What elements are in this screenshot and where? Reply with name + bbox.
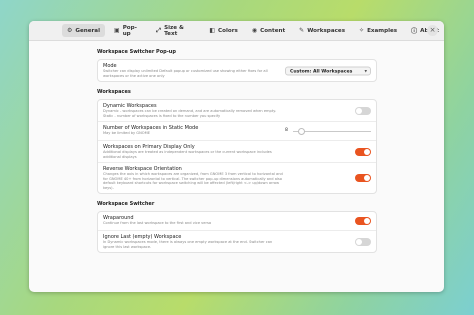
tab-label: Content	[260, 27, 286, 34]
tab-label: General	[75, 27, 101, 34]
dynamic-workspaces-toggle[interactable]	[355, 106, 371, 115]
reverse-orientation-toggle[interactable]	[355, 174, 371, 182]
primary-display-toggle[interactable]	[355, 147, 371, 156]
eye-icon: ◉	[251, 27, 258, 34]
tab-about[interactable]: ⓘ About	[406, 24, 444, 37]
mode-row: Mode Switcher can display unlimited Defa…	[98, 60, 376, 81]
tab-bar: ⚙ General ▣ Pop-up ⤢ Size & Text ◧ Color…	[62, 24, 444, 37]
primary-display-description: Additional displays are treated as indep…	[103, 150, 272, 159]
gear-icon: ⚙	[67, 27, 73, 34]
ignore-last-row: Ignore Last (empty) Workspace In Dynamic…	[98, 231, 376, 252]
examples-icon: ✧	[359, 27, 365, 34]
wraparound-toggle[interactable]	[355, 217, 371, 225]
palette-icon: ◧	[209, 27, 216, 34]
workspace-count-description: May be limited by GNOME	[103, 131, 150, 135]
section-title-workspaces: Workspaces	[97, 89, 131, 95]
chevron-down-icon: ▾	[364, 68, 367, 74]
dynamic-workspaces-description: Dynamic - workspaces can be created on d…	[103, 109, 276, 118]
dynamic-workspaces-row: Dynamic Workspaces Dynamic - workspaces …	[98, 100, 376, 122]
tab-label: Workspaces	[307, 27, 346, 34]
info-icon: ⓘ	[411, 28, 418, 35]
ignore-last-description: In Dynamic workspaces mode, there is alw…	[103, 240, 273, 249]
tab-examples[interactable]: ✧ Examples	[354, 24, 402, 37]
header-bar: ⚙ General ▣ Pop-up ⤢ Size & Text ◧ Color…	[29, 21, 444, 41]
workspace-count-row: Number of Workspaces in Static Mode May …	[98, 122, 376, 141]
popup-icon: ▣	[114, 27, 120, 34]
text-size-icon: ⤢	[156, 26, 162, 34]
section-title-popup: Workspace Switcher Pop-up	[97, 49, 176, 55]
mode-description: Switcher can display unlimited Default p…	[103, 69, 268, 78]
tab-label: Size & Text	[164, 24, 184, 37]
close-icon: ×	[429, 26, 436, 34]
general-page: Workspace Switcher Pop-up Mode Switcher …	[97, 49, 377, 260]
close-button[interactable]: ×	[427, 25, 438, 36]
workspaces-card: Dynamic Workspaces Dynamic - workspaces …	[97, 99, 377, 194]
mode-dropdown-value: Custom: All Workspaces	[290, 69, 353, 74]
tab-popup[interactable]: ▣ Pop-up	[109, 24, 147, 37]
tab-colors[interactable]: ◧ Colors	[204, 24, 242, 37]
slider-handle[interactable]	[298, 127, 305, 135]
tab-label: Pop-up	[122, 24, 137, 37]
section-title-switcher: Workspace Switcher	[97, 201, 155, 207]
wraparound-description: Continue from the last workspace to the …	[103, 221, 212, 225]
reverse-orientation-row: Reverse Workspace Orientation Changes th…	[98, 163, 376, 193]
ignore-last-toggle[interactable]	[355, 237, 371, 246]
preferences-window: ⚙ General ▣ Pop-up ⤢ Size & Text ◧ Color…	[29, 21, 444, 292]
popup-card: Mode Switcher can display unlimited Defa…	[97, 59, 377, 82]
workspace-count-slider[interactable]: 8	[285, 127, 371, 135]
mode-dropdown[interactable]: Custom: All Workspaces ▾	[285, 66, 371, 75]
workspace-count-value: 8	[285, 128, 288, 133]
wraparound-row: Wraparound Continue from the last worksp…	[98, 212, 376, 231]
tab-size-text[interactable]: ⤢ Size & Text	[151, 24, 200, 37]
switcher-card: Wraparound Continue from the last worksp…	[97, 211, 377, 253]
reverse-orientation-description: Changes the axis in which workspaces are…	[103, 172, 283, 190]
tab-label: Colors	[218, 27, 238, 34]
tab-content[interactable]: ◉ Content	[247, 24, 290, 37]
primary-display-row: Workspaces on Primary Display Only Addit…	[98, 141, 376, 163]
workspaces-icon: ✎	[299, 27, 305, 34]
tab-general[interactable]: ⚙ General	[62, 24, 106, 37]
tab-label: Examples	[367, 27, 398, 34]
tab-workspaces[interactable]: ✎ Workspaces	[294, 24, 350, 37]
